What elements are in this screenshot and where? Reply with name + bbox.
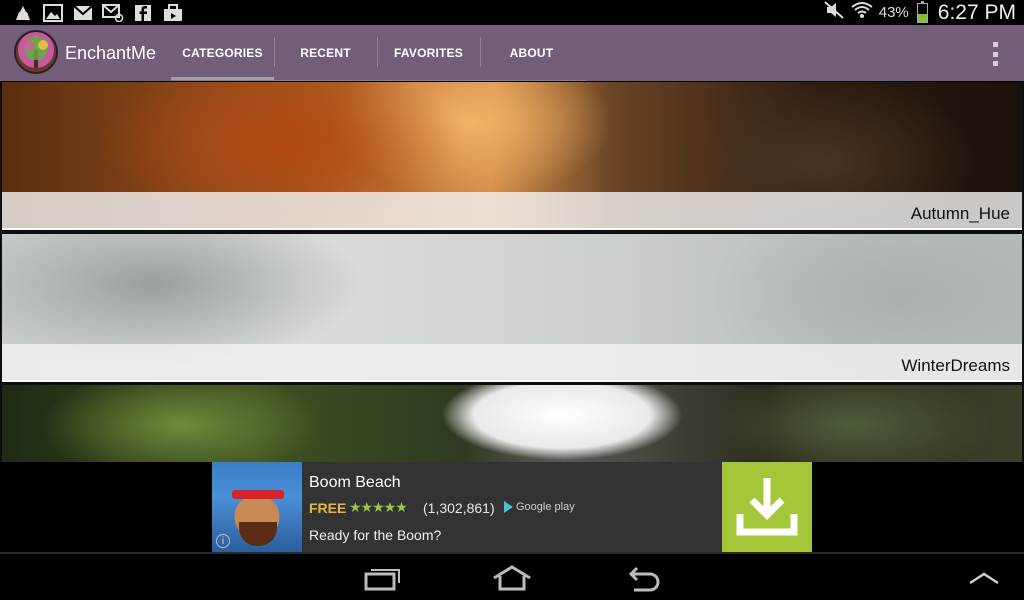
- status-bar: 43% 6:27 PM: [0, 0, 1024, 25]
- menu-expand-button[interactable]: [960, 562, 1008, 594]
- category-label: WinterDreams: [901, 356, 1010, 375]
- gmail-icon: [72, 3, 94, 23]
- ad-game-icon[interactable]: i: [212, 462, 302, 552]
- play-store-icon: [504, 501, 513, 513]
- clock: 6:27 PM: [937, 0, 1016, 24]
- chevron-up-icon: [969, 572, 999, 585]
- navigation-bar: [0, 552, 1024, 600]
- wifi-icon: [851, 0, 873, 25]
- app-logo[interactable]: [14, 30, 58, 74]
- tab-label: FAVORITES: [394, 46, 463, 60]
- battery-icon: [916, 0, 928, 23]
- home-icon: [493, 565, 531, 591]
- ad-price: FREE: [309, 500, 347, 516]
- battery-percent: 43%: [878, 4, 909, 21]
- mute-icon: [823, 0, 845, 25]
- system-status: 43% 6:27 PM: [823, 0, 1016, 25]
- home-button[interactable]: [488, 562, 536, 594]
- image-icon: [42, 3, 64, 23]
- action-bar: EnchantMe CATEGORIES RECENT FAVORITES AB…: [0, 25, 1024, 81]
- facebook-icon: [132, 3, 154, 23]
- category-card-winter-dreams[interactable]: WinterDreams: [2, 234, 1022, 382]
- app-title: EnchantMe: [65, 43, 157, 63]
- notification-icons: [12, 3, 184, 23]
- app-icon: [12, 3, 34, 23]
- category-list[interactable]: Autumn_Hue WinterDreams: [0, 82, 1024, 462]
- google-play-badge: Google play: [504, 501, 575, 513]
- battery-level: [917, 13, 927, 22]
- tab-favorites[interactable]: FAVORITES: [377, 25, 480, 81]
- briefcase-icon: [162, 3, 184, 23]
- ad-title: Boom Beach: [309, 474, 401, 491]
- card-label-band: [2, 344, 1022, 382]
- download-icon: [736, 478, 798, 536]
- tab-label: RECENT: [300, 46, 351, 60]
- card-label-band: [2, 192, 1022, 230]
- ad-review-count: (1,302,861): [423, 500, 495, 516]
- store-label: Google play: [516, 501, 575, 513]
- tab-label: ABOUT: [509, 46, 554, 60]
- category-card-partial[interactable]: [2, 385, 1022, 462]
- ad-banner[interactable]: i Boom Beach FREE ★★★★★ (1,302,861) Goog…: [212, 462, 812, 552]
- tab-recent[interactable]: RECENT: [274, 25, 377, 81]
- info-icon[interactable]: i: [216, 534, 230, 548]
- tabs-divider: [171, 80, 586, 81]
- recent-apps-icon: [364, 569, 400, 591]
- download-button[interactable]: [722, 462, 812, 552]
- category-card-autumn-hue[interactable]: Autumn_Hue: [2, 82, 1022, 230]
- overflow-menu-icon[interactable]: [990, 42, 1000, 66]
- tab-categories[interactable]: CATEGORIES: [171, 25, 274, 81]
- category-label: Autumn_Hue: [910, 204, 1010, 223]
- tab-bar: CATEGORIES RECENT FAVORITES ABOUT: [171, 25, 583, 81]
- email-icon: [102, 3, 124, 23]
- ad-tagline: Ready for the Boom?: [309, 527, 442, 543]
- back-icon: [628, 566, 660, 592]
- tab-label: CATEGORIES: [182, 46, 263, 60]
- recent-apps-button[interactable]: [358, 562, 406, 594]
- back-button[interactable]: [618, 562, 666, 594]
- tab-about[interactable]: ABOUT: [480, 25, 583, 81]
- star-rating-icon: ★★★★★: [349, 499, 408, 515]
